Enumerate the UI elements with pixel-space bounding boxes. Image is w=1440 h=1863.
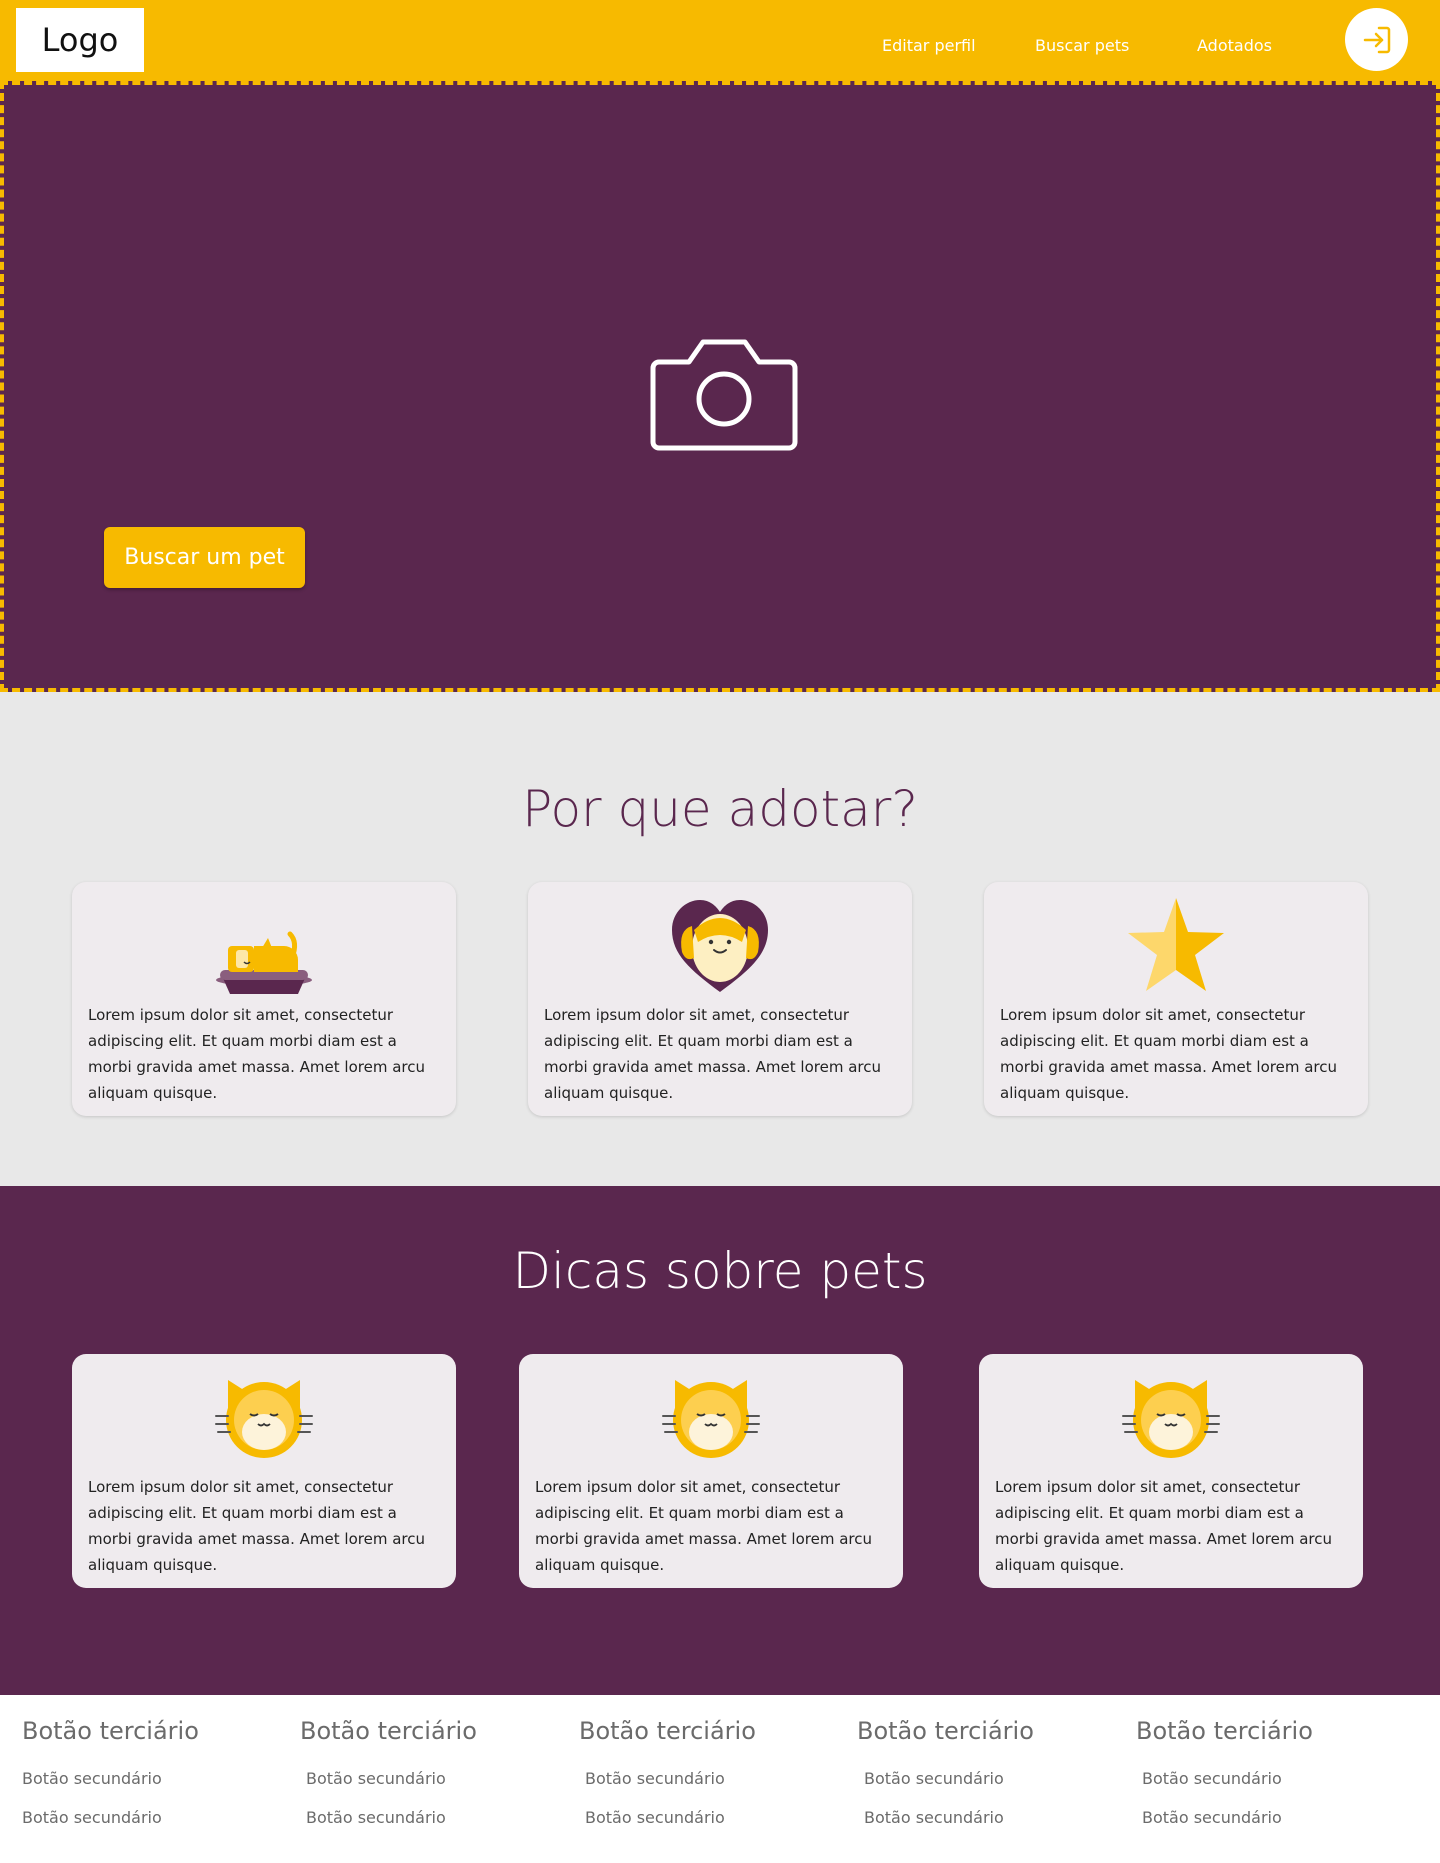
footer-secondary-button[interactable]: Botão secundário [864,1808,1097,1827]
pet-tip-card[interactable]: Lorem ipsum dolor sit amet, consectetur … [72,1354,456,1588]
why-adopt-card: Lorem ipsum dolor sit amet, consectetur … [528,882,912,1116]
hero-banner: Buscar um pet [0,81,1440,692]
why-adopt-card-text: Lorem ipsum dolor sit amet, consectetur … [1000,1006,1337,1102]
cat-in-bed-icon [216,931,312,994]
why-adopt-card-text: Lorem ipsum dolor sit amet, consectetur … [88,1006,425,1102]
footer-secondary-button[interactable]: Botão secundário [22,1808,262,1827]
footer-tertiary-button[interactable]: Botão terciário [300,1717,540,1745]
logo[interactable]: Logo [16,8,144,72]
login-button[interactable] [1345,8,1408,71]
footer-secondary-button[interactable]: Botão secundário [306,1808,540,1827]
nav-link-editar-perfil[interactable]: Editar perfil [882,36,976,55]
dog-heart-icon [672,900,768,992]
footer: Botão terciário Botão secundário Botão s… [0,1695,1440,1863]
cat-face-icon [662,1380,760,1458]
nav-link-buscar-pets[interactable]: Buscar pets [1035,36,1129,55]
why-adopt-card: Lorem ipsum dolor sit amet, consectetur … [72,882,456,1116]
camera-icon [650,339,798,451]
cat-face-icon [1122,1380,1220,1458]
footer-column: Botão terciário Botão secundário Botão s… [1136,1717,1376,1827]
footer-column: Botão terciário Botão secundário Botão s… [300,1717,540,1827]
footer-secondary-button[interactable]: Botão secundário [1142,1769,1376,1788]
footer-column: Botão terciário Botão secundário Botão s… [22,1717,262,1827]
footer-column: Botão terciário Botão secundário Botão s… [579,1717,819,1827]
star-icon [1128,898,1224,991]
pet-tips-title: Dicas sobre pets [512,1242,928,1300]
footer-secondary-button[interactable]: Botão secundário [1142,1808,1376,1827]
top-navbar: Logo Editar perfil Buscar pets Adotados [0,0,1440,81]
footer-secondary-button[interactable]: Botão secundário [585,1808,819,1827]
search-pet-button[interactable]: Buscar um pet [104,527,305,588]
why-adopt-card-text: Lorem ipsum dolor sit amet, consectetur … [544,1006,881,1102]
pet-tip-card-text: Lorem ipsum dolor sit amet, consectetur … [535,1478,872,1574]
why-adopt-card: Lorem ipsum dolor sit amet, consectetur … [984,882,1368,1116]
login-arrow-icon [1363,26,1390,53]
pet-tip-card[interactable]: Lorem ipsum dolor sit amet, consectetur … [519,1354,903,1588]
footer-secondary-button[interactable]: Botão secundário [585,1769,819,1788]
footer-column: Botão terciário Botão secundário Botão s… [857,1717,1097,1827]
nav-link-adotados[interactable]: Adotados [1197,36,1272,55]
pet-tip-card-text: Lorem ipsum dolor sit amet, consectetur … [995,1478,1332,1574]
footer-tertiary-button[interactable]: Botão terciário [857,1717,1097,1745]
cat-face-icon [215,1380,313,1458]
pet-tip-card[interactable]: Lorem ipsum dolor sit amet, consectetur … [979,1354,1363,1588]
footer-tertiary-button[interactable]: Botão terciário [579,1717,819,1745]
pet-tips-section: Dicas sobre pets Lorem ipsum dolor sit a… [0,1186,1440,1695]
footer-tertiary-button[interactable]: Botão terciário [1136,1717,1376,1745]
why-adopt-section: Por que adotar? Lorem ipsum dolor sit am… [0,692,1440,1186]
footer-tertiary-button[interactable]: Botão terciário [22,1717,262,1745]
pet-tip-card-text: Lorem ipsum dolor sit amet, consectetur … [88,1478,425,1574]
why-adopt-title: Por que adotar? [522,780,918,838]
footer-secondary-button[interactable]: Botão secundário [22,1769,262,1788]
footer-secondary-button[interactable]: Botão secundário [306,1769,540,1788]
footer-secondary-button[interactable]: Botão secundário [864,1769,1097,1788]
